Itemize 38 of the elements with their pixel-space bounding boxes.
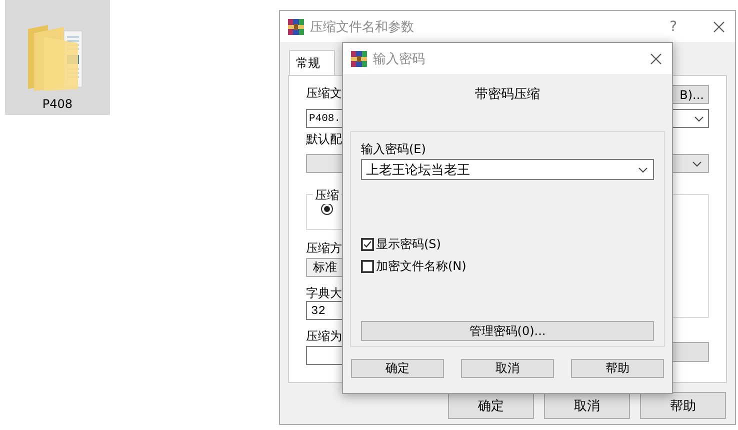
field-value: 标准: [313, 259, 337, 276]
chevron-icon: [638, 166, 648, 172]
dialog-button[interactable]: 确定: [448, 392, 534, 419]
desktop-folder[interactable]: P408: [5, 0, 110, 115]
window-title: 压缩文件名和参数: [310, 18, 414, 36]
password-field[interactable]: 上老王论坛当老王: [361, 159, 654, 180]
tab[interactable]: 常规: [289, 50, 335, 75]
checkbox[interactable]: [361, 238, 374, 251]
field-label: 字典大: [306, 286, 342, 301]
dialog-button[interactable]: 取消: [544, 392, 630, 419]
radio-button[interactable]: [321, 203, 333, 215]
field-value: P408.: [309, 112, 341, 124]
dialog-button[interactable]: 帮助: [640, 392, 726, 419]
dialog-heading: 带密码压缩: [474, 86, 541, 102]
checkbox[interactable]: [361, 260, 374, 273]
help-button[interactable]: ?: [670, 18, 677, 34]
field-label: 压缩为: [306, 329, 342, 344]
manage-passwords-button[interactable]: 管理密码(0)...: [361, 321, 654, 341]
archive-books-icon: [351, 50, 367, 66]
field-label: 压缩方: [306, 241, 342, 256]
close-icon[interactable]: [713, 20, 725, 32]
dialog-button[interactable]: 确定: [351, 359, 444, 378]
archive-books-icon: [288, 18, 304, 34]
dialog-button[interactable]: 取消: [461, 359, 554, 378]
chevron-icon: [692, 160, 702, 166]
field-value: 上老王论坛当老王: [366, 162, 470, 178]
field-label: 压缩文: [306, 86, 342, 101]
folder-label: P408: [42, 97, 73, 111]
chevron-icon: [694, 116, 704, 122]
checkbox-label: 显示密码(S): [376, 236, 441, 253]
close-icon[interactable]: [650, 52, 662, 64]
field-label: 默认配: [306, 132, 342, 147]
checkbox-label: 加密文件名称(N): [376, 258, 466, 275]
window-title: 输入密码: [373, 50, 425, 68]
group-caption: 压缩: [313, 187, 341, 204]
field-value: 32: [311, 304, 326, 318]
dialog-button[interactable]: 帮助: [571, 359, 664, 378]
field-label: 输入密码(E): [361, 142, 426, 157]
